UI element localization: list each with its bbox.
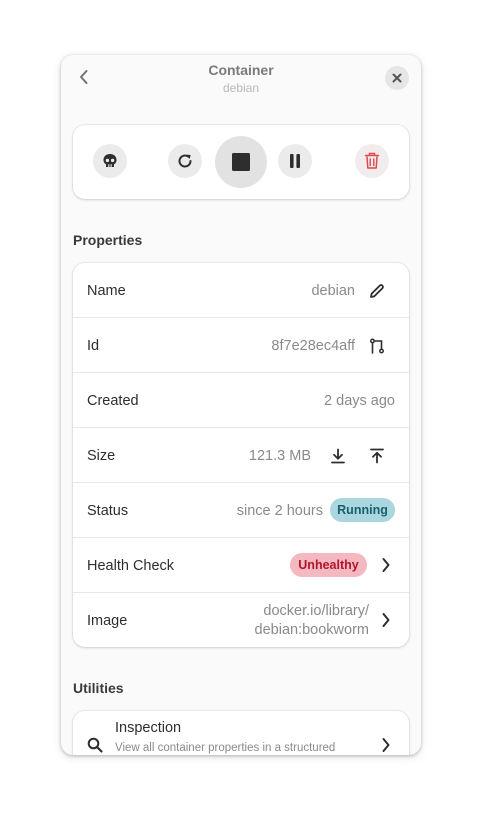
skull-icon — [103, 154, 117, 167]
status-label: Status — [87, 502, 129, 519]
export-button[interactable] — [326, 444, 350, 468]
inspection-title: Inspection — [115, 720, 182, 736]
image-value-line-2: debian:bookworm — [254, 621, 369, 638]
chevron-right-icon — [379, 557, 393, 573]
property-row-name: Name debian — [73, 263, 409, 318]
restart-button[interactable] — [168, 144, 202, 178]
rename-button[interactable] — [365, 279, 389, 303]
property-row-status: Status since 2 hours Running — [73, 482, 409, 537]
commit-button[interactable] — [365, 444, 389, 468]
copy-icon — [370, 338, 384, 354]
utilities-card: Inspection View all container properties… — [73, 711, 409, 755]
name-label: Name — [87, 282, 126, 299]
pencil-icon — [370, 284, 384, 298]
trash-icon — [364, 152, 380, 169]
header-bar: Container debian — [61, 55, 421, 101]
window-title: Container — [208, 62, 274, 78]
utilities-heading: Utilities — [73, 680, 124, 696]
created-value: 2 days ago — [324, 392, 395, 409]
stop-icon — [232, 153, 250, 171]
running-status-badge: Running — [330, 498, 395, 522]
window-subtitle: debian — [222, 81, 260, 95]
size-label: Size — [87, 447, 116, 464]
close-button[interactable] — [385, 66, 409, 90]
upload-icon — [370, 448, 384, 464]
id-value: 8f7e28ec4aff — [271, 337, 355, 354]
restart-icon — [178, 154, 192, 168]
inspection-row[interactable]: Inspection View all container properties… — [73, 711, 409, 755]
search-icon — [87, 737, 103, 753]
properties-heading: Properties — [73, 232, 143, 248]
pause-button[interactable] — [278, 144, 312, 178]
stop-button[interactable] — [215, 136, 267, 188]
status-since: since 2 hours — [236, 502, 323, 519]
size-value: 121.3 MB — [248, 447, 311, 464]
image-value: docker.io/library/ debian:bookworm — [255, 593, 369, 647]
image-value-line-1: docker.io/library/ — [263, 602, 369, 619]
unhealthy-status-badge: Unhealthy — [290, 553, 367, 577]
kill-button[interactable] — [93, 144, 127, 178]
download-icon — [331, 448, 345, 464]
delete-button[interactable] — [355, 144, 389, 178]
container-actions-card — [73, 125, 409, 199]
chevron-right-icon — [379, 612, 393, 628]
close-icon — [392, 73, 402, 83]
pause-icon — [290, 154, 300, 168]
health-check-label: Health Check — [87, 557, 175, 574]
created-label: Created — [87, 392, 139, 409]
property-row-created: Created 2 days ago — [73, 372, 409, 427]
chevron-right-icon — [379, 737, 393, 753]
property-row-size: Size 121.3 MB — [73, 427, 409, 482]
image-label: Image — [87, 612, 128, 629]
copy-id-button[interactable] — [365, 334, 389, 358]
property-row-image[interactable]: Image docker.io/library/ debian:bookworm — [73, 592, 409, 647]
id-label: Id — [87, 337, 100, 354]
property-row-id: Id 8f7e28ec4aff — [73, 317, 409, 372]
property-row-health-check[interactable]: Health Check Unhealthy — [73, 537, 409, 592]
name-value: debian — [311, 282, 355, 299]
container-window: Container debian Properties Name debian … — [61, 55, 421, 755]
properties-card: Name debian Id 8f7e28ec4aff Created 2 da — [73, 263, 409, 647]
inspection-description: View all container properties in a struc… — [115, 742, 336, 754]
